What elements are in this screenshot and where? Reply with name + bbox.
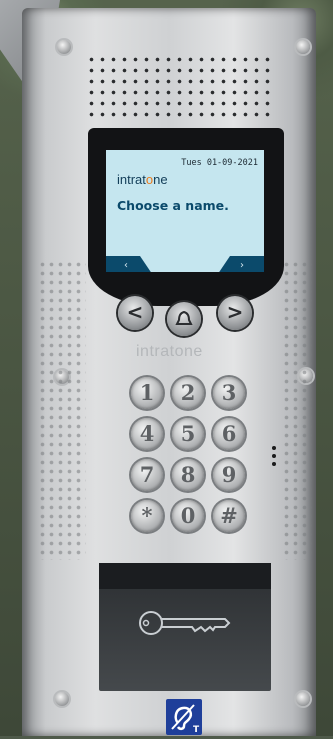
screw-top-left: [57, 40, 71, 54]
key-6[interactable]: 6: [213, 418, 245, 450]
key-reader[interactable]: [99, 563, 271, 691]
screw-bottom-left: [55, 692, 69, 706]
perforation-left: [38, 260, 86, 560]
bell-icon: [175, 310, 193, 325]
display-right-arrow: ›: [240, 260, 244, 271]
perforation-right: [282, 260, 312, 560]
hearing-loop-badge: T: [166, 699, 202, 735]
key-star[interactable]: *: [131, 500, 163, 532]
key-2[interactable]: 2: [172, 377, 204, 409]
speaker-grille: [86, 54, 276, 120]
sensor-dot: [272, 454, 276, 458]
key-4[interactable]: 4: [131, 418, 163, 450]
screw-top-right: [296, 40, 310, 54]
sensor-dot: [272, 462, 276, 466]
key-5[interactable]: 5: [172, 418, 204, 450]
sensor-dot: [272, 446, 276, 450]
hearing-loop-icon: T: [171, 704, 200, 735]
key-9[interactable]: 9: [213, 459, 245, 491]
key-3[interactable]: 3: [213, 377, 245, 409]
key-1[interactable]: 1: [131, 377, 163, 409]
screw-bottom-right: [296, 692, 310, 706]
display-left-arrow: ‹: [124, 260, 128, 271]
nav-left-button[interactable]: <: [118, 296, 152, 330]
svg-text:T: T: [193, 725, 200, 735]
display-screen: Tues 01-09-2021 intratone Choose a name.…: [106, 150, 264, 272]
key-0[interactable]: 0: [172, 500, 204, 532]
display-date: Tues 01-09-2021: [181, 158, 258, 168]
display-brand: intratone: [117, 172, 168, 187]
call-button[interactable]: [167, 302, 201, 336]
key-7[interactable]: 7: [131, 459, 163, 491]
key-icon: [139, 611, 231, 635]
display-message: Choose a name.: [117, 198, 229, 213]
panel-brand: intratone: [136, 343, 203, 360]
display-footer: ‹ ›: [106, 256, 264, 272]
key-hash[interactable]: #: [213, 500, 245, 532]
nav-right-button[interactable]: >: [218, 296, 252, 330]
key-8[interactable]: 8: [172, 459, 204, 491]
